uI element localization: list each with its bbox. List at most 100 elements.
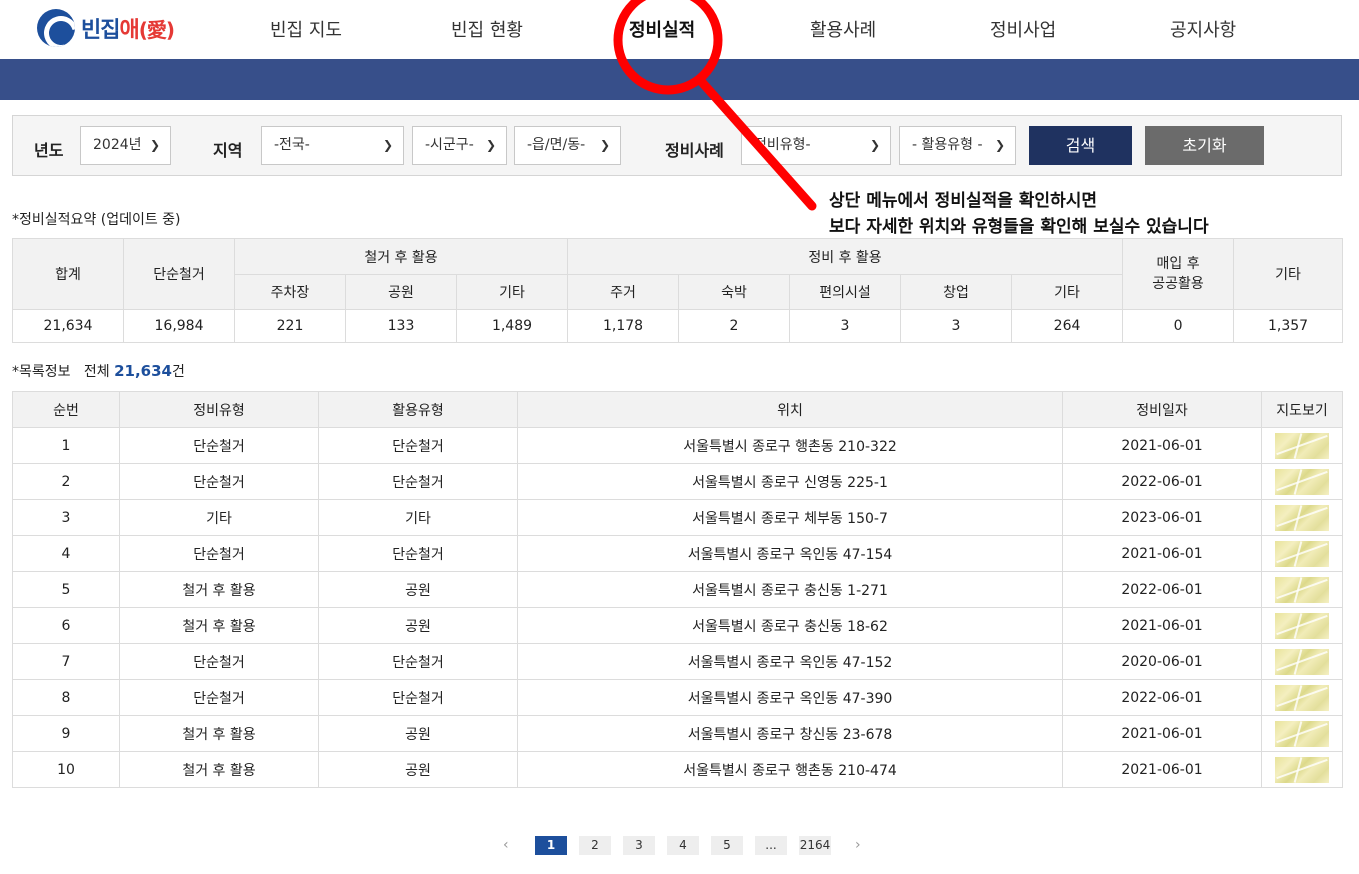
maintenance-type-select[interactable]: 정비유형- ❯ [741, 126, 891, 165]
page-button[interactable]: 1 [535, 836, 567, 855]
map-thumbnail-icon[interactable] [1275, 684, 1329, 711]
row-location: 서울특별시 종로구 행촌동 210-474 [517, 751, 1063, 788]
nav-item-notices[interactable]: 공지사항 [1170, 16, 1236, 42]
row-use-type: 공원 [318, 571, 518, 608]
summary-subheader: 편의시설 [789, 274, 902, 310]
map-thumbnail-icon[interactable] [1275, 648, 1329, 675]
page-button[interactable]: 2 [579, 836, 611, 855]
map-thumbnail-icon[interactable] [1275, 756, 1329, 783]
header: 빈집애(愛) 빈집 지도 빈집 현황 정비실적 활용사례 정비사업 공지사항 [0, 0, 1359, 59]
summary-table: 합계 단순철거 철거 후 활용 정비 후 활용 매입 후 공공활용 기타 주차장… [12, 238, 1344, 343]
map-thumbnail-icon[interactable] [1275, 612, 1329, 639]
map-thumbnail-icon[interactable] [1275, 432, 1329, 459]
map-thumbnail-icon[interactable] [1275, 504, 1329, 531]
summary-value: 1,357 [1233, 309, 1344, 343]
map-thumbnail-icon[interactable] [1275, 540, 1329, 567]
chevron-down-icon: ❯ [149, 138, 160, 152]
emd-select[interactable]: -읍/면/동- ❯ [514, 126, 621, 165]
title-bar [0, 59, 1359, 100]
row-map-cell [1261, 499, 1343, 536]
nav-item-vacant-map[interactable]: 빈집 지도 [270, 16, 342, 42]
row-location: 서울특별시 종로구 옥인동 47-154 [517, 535, 1063, 572]
region-label: 지역 [213, 141, 243, 160]
prev-page-icon[interactable]: ‹ [503, 836, 509, 855]
summary-value: 1,178 [567, 309, 680, 343]
summary-header-after-demolish: 철거 후 활용 [233, 238, 569, 275]
map-thumbnail-icon[interactable] [1275, 576, 1329, 603]
row-number: 9 [12, 715, 120, 752]
result-table: 순번 정비유형 활용유형 위치 정비일자 지도보기 1 단순철거 단순철거 서울특별시… [12, 391, 1343, 788]
row-maintenance-type: 철거 후 활용 [119, 751, 319, 788]
column-header: 정비유형 [119, 391, 319, 428]
row-number: 7 [12, 643, 120, 680]
table-row: 5 철거 후 활용 공원 서울특별시 종로구 충신동 1-271 2022-06-01 [12, 571, 1343, 608]
row-date: 2020-06-01 [1062, 643, 1262, 680]
row-map-cell [1261, 535, 1343, 572]
summary-header-after-repair: 정비 후 활용 [567, 238, 1124, 275]
row-date: 2021-06-01 [1062, 751, 1262, 788]
row-maintenance-type: 철거 후 활용 [119, 715, 319, 752]
summary-subheader: 창업 [900, 274, 1013, 310]
row-use-type: 공원 [318, 715, 518, 752]
next-page-icon[interactable]: › [855, 836, 861, 855]
use-type-select[interactable]: - 활용유형 - ❯ [899, 126, 1016, 165]
row-use-type: 단순철거 [318, 679, 518, 716]
chevron-down-icon: ❯ [994, 138, 1005, 152]
row-location: 서울특별시 종로구 옥인동 47-390 [517, 679, 1063, 716]
row-location: 서울특별시 종로구 체부동 150-7 [517, 499, 1063, 536]
row-maintenance-type: 단순철거 [119, 463, 319, 500]
list-total-count: 21,634 [114, 362, 172, 380]
annotation-text: 상단 메뉴에서 정비실적을 확인하시면 보다 자세한 위치와 유형들을 확인해 … [829, 188, 1209, 240]
row-location: 서울특별시 종로구 충신동 18-62 [517, 607, 1063, 644]
nav-item-projects[interactable]: 정비사업 [990, 16, 1056, 42]
summary-value: 16,984 [123, 309, 235, 343]
row-number: 5 [12, 571, 120, 608]
page-button[interactable]: 4 [667, 836, 699, 855]
summary-subheader: 기타 [455, 274, 569, 310]
column-header: 순번 [12, 391, 120, 428]
nav-item-performance[interactable]: 정비실적 [629, 16, 695, 42]
summary-value: 2 [678, 309, 791, 343]
row-date: 2021-06-01 [1062, 427, 1262, 464]
summary-value: 264 [1011, 309, 1124, 343]
page-button[interactable]: 5 [711, 836, 743, 855]
page-button-last[interactable]: 2164 [799, 836, 831, 855]
column-header: 정비일자 [1062, 391, 1262, 428]
chevron-down-icon: ❯ [382, 138, 393, 152]
chevron-down-icon: ❯ [485, 138, 496, 152]
table-row: 6 철거 후 활용 공원 서울특별시 종로구 충신동 18-62 2021-06-01 [12, 607, 1343, 644]
result-table-body: 1 단순철거 단순철거 서울특별시 종로구 행촌동 210-322 2021-06-01… [12, 427, 1343, 788]
row-use-type: 단순철거 [318, 535, 518, 572]
row-maintenance-type: 철거 후 활용 [119, 571, 319, 608]
map-thumbnail-icon[interactable] [1275, 720, 1329, 747]
sigungu-select[interactable]: -시군구- ❯ [412, 126, 507, 165]
sido-select[interactable]: -전국- ❯ [261, 126, 404, 165]
row-maintenance-type: 철거 후 활용 [119, 607, 319, 644]
row-date: 2022-06-01 [1062, 571, 1262, 608]
row-date: 2022-06-01 [1062, 463, 1262, 500]
search-panel: 년도 2024년 ❯ 지역 -전국- ❯ -시군구- ❯ -읍/면/동- ❯ 정비사례 … [12, 115, 1342, 176]
table-row: 2 단순철거 단순철거 서울특별시 종로구 신영동 225-1 2022-06-01 [12, 463, 1343, 500]
map-thumbnail-icon[interactable] [1275, 468, 1329, 495]
chevron-down-icon: ❯ [599, 138, 610, 152]
summary-header-total: 합계 [12, 238, 124, 310]
year-select-value: 2024년 [93, 137, 142, 153]
nav-item-use-cases[interactable]: 활용사례 [810, 16, 876, 42]
summary-value: 221 [234, 309, 346, 343]
row-maintenance-type: 단순철거 [119, 643, 319, 680]
year-label: 년도 [34, 141, 64, 160]
year-select[interactable]: 2024년 ❯ [80, 126, 171, 165]
table-row: 4 단순철거 단순철거 서울특별시 종로구 옥인동 47-154 2021-06-01 [12, 535, 1343, 572]
row-number: 10 [12, 751, 120, 788]
case-label: 정비사례 [665, 141, 724, 160]
row-use-type: 단순철거 [318, 643, 518, 680]
nav-item-vacant-status[interactable]: 빈집 현황 [451, 16, 523, 42]
summary-header-simple: 단순철거 [123, 238, 235, 310]
reset-button[interactable]: 초기화 [1145, 126, 1264, 165]
search-button[interactable]: 검색 [1029, 126, 1132, 165]
page-button[interactable]: 3 [623, 836, 655, 855]
summary-value: 3 [789, 309, 902, 343]
summary-subheader: 기타 [1011, 274, 1124, 310]
summary-value: 1,489 [455, 309, 569, 343]
table-row: 8 단순철거 단순철거 서울특별시 종로구 옥인동 47-390 2022-06-01 [12, 679, 1343, 716]
